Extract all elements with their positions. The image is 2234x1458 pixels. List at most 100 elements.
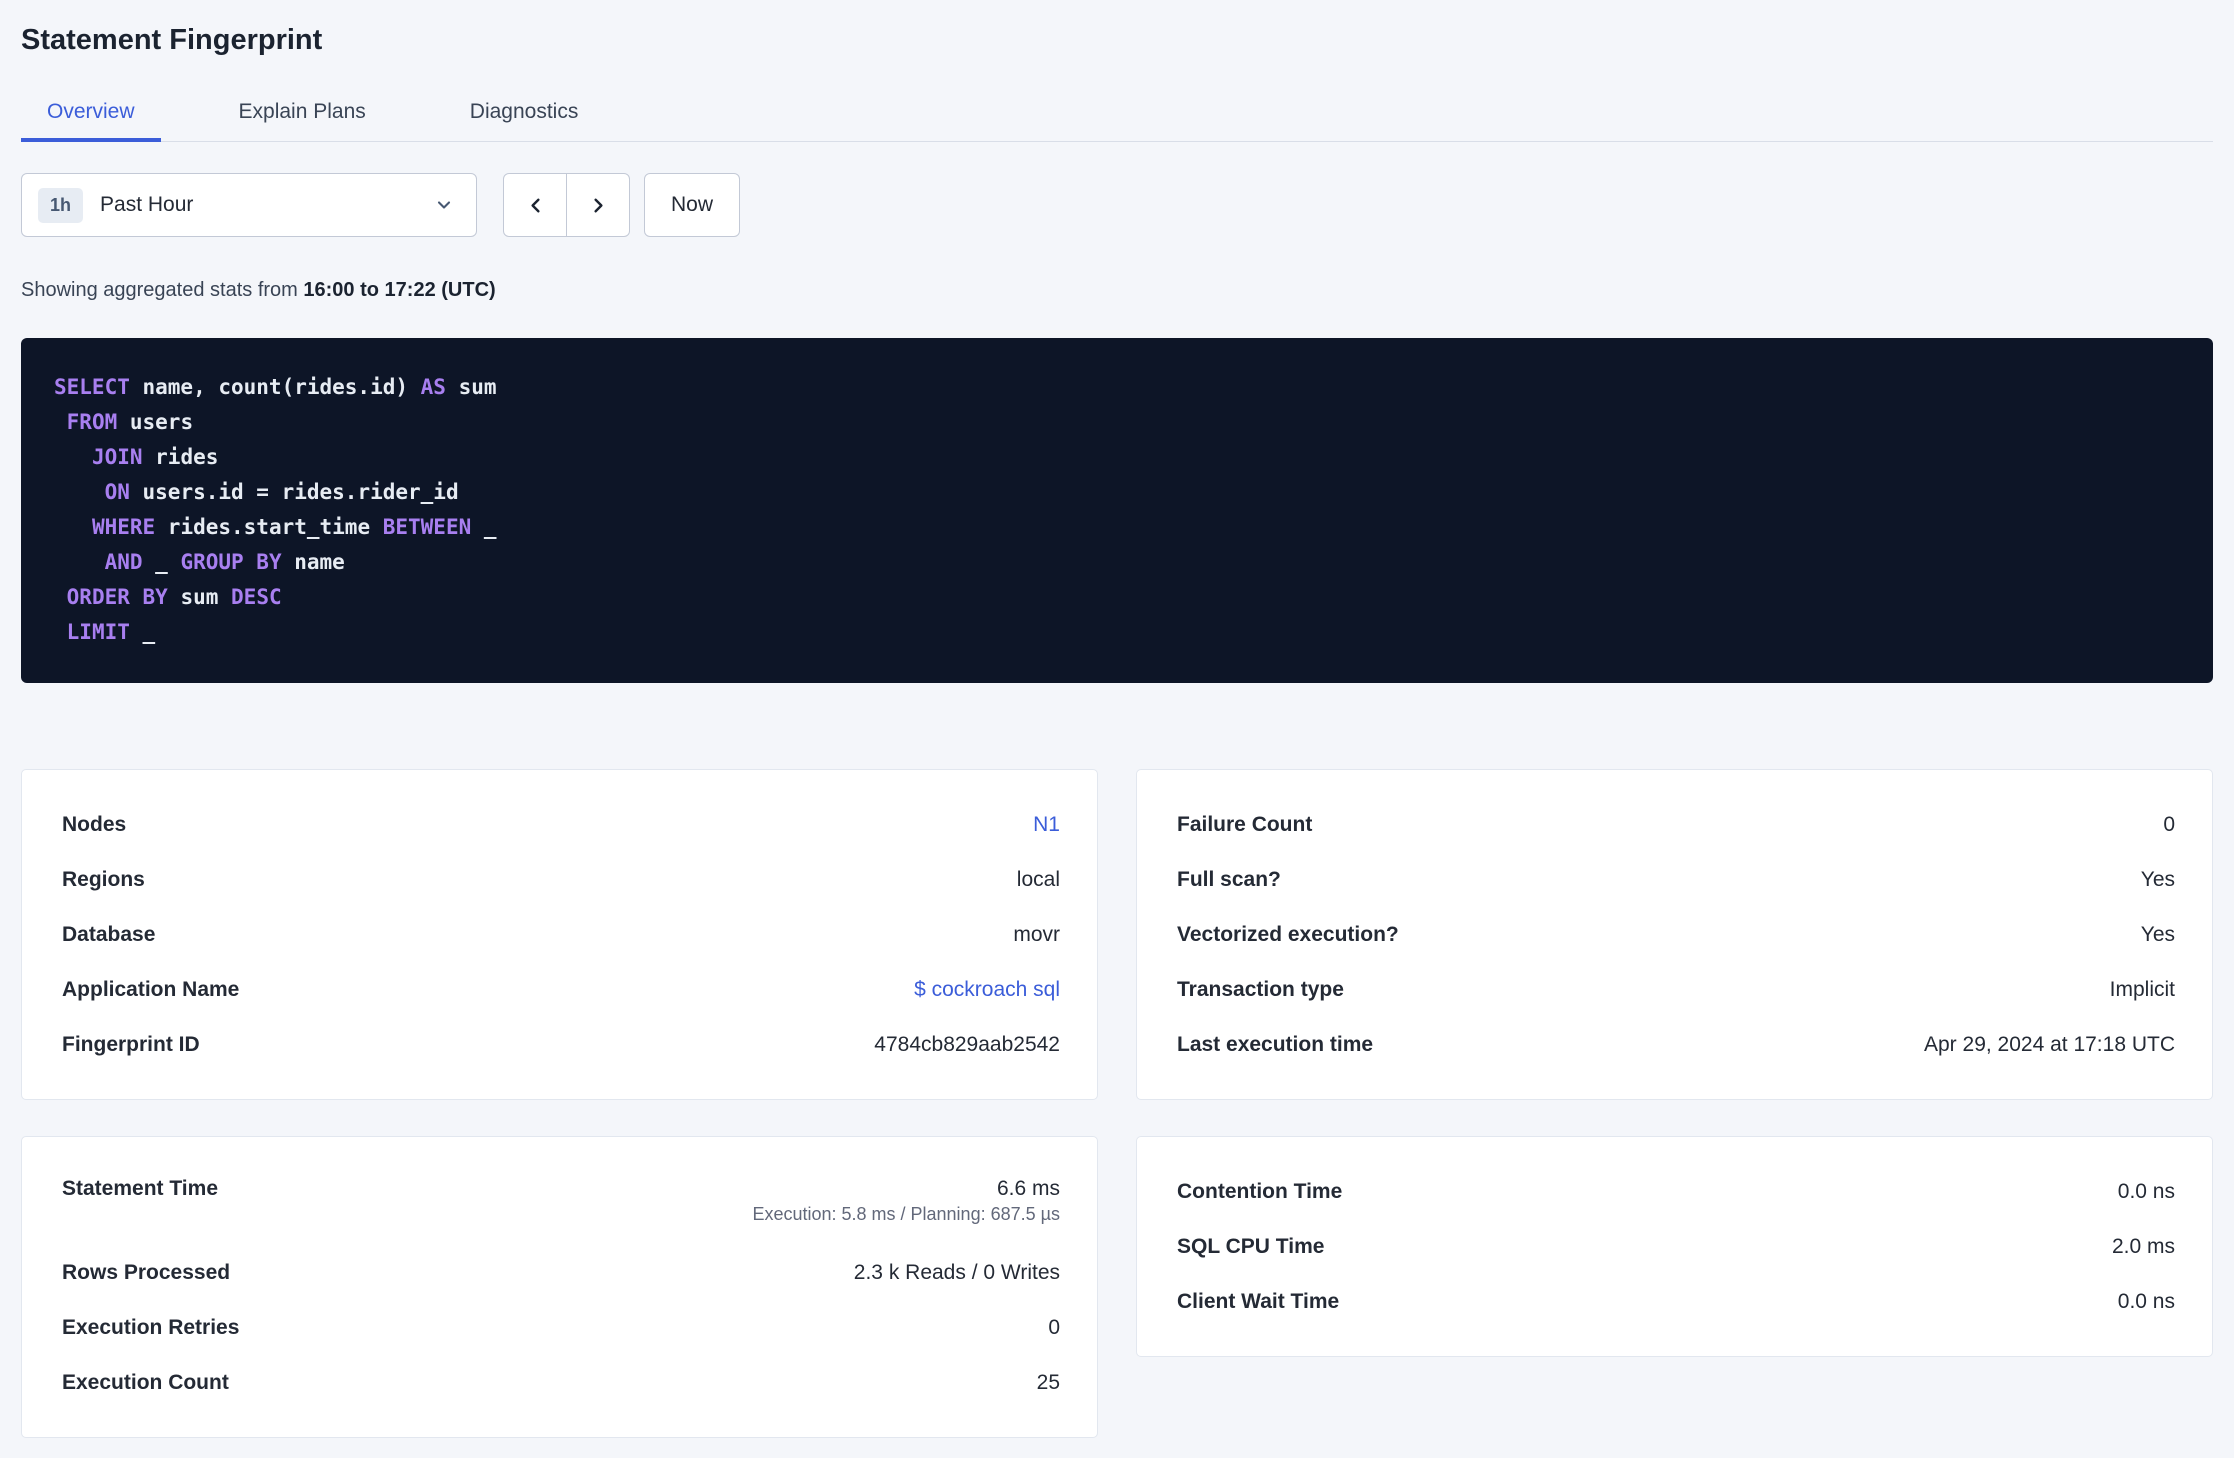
sql-keyword: GROUP BY [180, 550, 282, 574]
row-label: SQL CPU Time [1177, 1234, 1325, 1258]
card-row: Application Name $ cockroach sql [62, 962, 1060, 1017]
row-value: 0.0 ns [2117, 1179, 2175, 1203]
card-row: Last execution time Apr 29, 2024 at 17:18… [1177, 1017, 2175, 1072]
row-value: 0 [2163, 812, 2175, 836]
sql-keyword: AS [420, 375, 446, 399]
tab-overview[interactable]: Overview [21, 83, 161, 142]
row-value-wrap: Yes [2141, 923, 2175, 947]
row-label: Last execution time [1177, 1032, 1374, 1056]
sql-line: LIMIT _ [54, 615, 2180, 650]
sql-text: rides [142, 445, 219, 469]
card-row: Database movr [62, 907, 1060, 962]
row-label: Rows Processed [62, 1260, 231, 1284]
tab-bar: Overview Explain Plans Diagnostics [21, 83, 2213, 142]
row-value: 0.0 ns [2117, 1289, 2175, 1313]
row-value-wrap: Apr 29, 2024 at 17:18 UTC [1924, 1033, 2175, 1057]
sql-keyword: WHERE [91, 515, 156, 539]
tab-diagnostics[interactable]: Diagnostics [444, 83, 605, 141]
statement-timing-card: Statement Time 6.6 ms Execution: 5.8 ms / … [21, 1136, 1098, 1438]
card-row: Client Wait Time 0.0 ns [1177, 1274, 2175, 1329]
row-value-wrap: local [1017, 868, 1060, 892]
card-row: SQL CPU Time 2.0 ms [1177, 1219, 2175, 1274]
row-value: Implicit [2109, 977, 2175, 1001]
row-label: Execution Retries [62, 1315, 240, 1339]
sql-keyword: ORDER BY [66, 585, 168, 609]
row-value-wrap: Implicit [2110, 978, 2175, 1002]
sql-keyword: AND [104, 550, 143, 574]
statement-details-card: Nodes N1 Regions local Database movr Applicati… [21, 769, 1098, 1100]
row-value-link[interactable]: N1 [1033, 813, 1060, 836]
sql-text: users [117, 410, 194, 434]
card-row: Transaction type Implicit [1177, 962, 2175, 1017]
row-label: Transaction type [1177, 977, 1344, 1001]
row-value-wrap: 0.0 ns [2118, 1290, 2175, 1314]
card-row: Contention Time 0.0 ns [1177, 1164, 2175, 1219]
row-label: Application Name [62, 977, 240, 1001]
card-row: Vectorized execution? Yes [1177, 907, 2175, 962]
row-value: Apr 29, 2024 at 17:18 UTC [1924, 1032, 2175, 1056]
card-row: Full scan? Yes [1177, 852, 2175, 907]
card-row: Fingerprint ID 4784cb829aab2542 [62, 1017, 1060, 1072]
now-button[interactable]: Now [644, 173, 741, 237]
row-value: 0 [1048, 1315, 1060, 1339]
sql-line: ORDER BY sum DESC [54, 580, 2180, 615]
row-label: Nodes [62, 812, 127, 836]
row-value-wrap: Yes [2141, 868, 2175, 892]
card-row: Statement Time 6.6 ms Execution: 5.8 ms / … [62, 1164, 1060, 1245]
stats-caption-prefix: Showing aggregated stats from [21, 279, 298, 301]
row-value-wrap: 0 [1048, 1316, 1060, 1340]
row-label: Statement Time [62, 1177, 218, 1200]
next-range-button[interactable] [566, 173, 630, 237]
timing-cards-row: Statement Time 6.6 ms Execution: 5.8 ms / … [21, 1136, 2213, 1438]
summary-cards-row: Nodes N1 Regions local Database movr Applicati… [21, 769, 2213, 1100]
row-value-wrap: 0.0 ns [2118, 1180, 2175, 1204]
sql-line: ON users.id = rides.rider_id [54, 475, 2180, 510]
sql-line: AND _ GROUP BY name [54, 545, 2180, 580]
tab-explain-plans[interactable]: Explain Plans [213, 83, 392, 141]
page-title: Statement Fingerprint [21, 24, 323, 56]
stats-caption-range: 16:00 to 17:22 (UTC) [303, 279, 496, 301]
sql-text: rides.start_time [155, 515, 383, 539]
row-value: Yes [2140, 867, 2175, 891]
row-value-link[interactable]: $ cockroach sql [914, 978, 1060, 1001]
execution-attributes-card: Failure Count 0 Full scan? Yes Vectorized ex… [1136, 769, 2213, 1100]
row-value: 6.6 ms [996, 1177, 1060, 1200]
sql-text: _ [471, 515, 497, 539]
row-value-wrap: 2.0 ms [2112, 1235, 2175, 1259]
sql-keyword: FROM [66, 410, 118, 434]
sql-text: sum [167, 585, 232, 609]
row-value: 25 [1036, 1370, 1060, 1394]
row-value: local [1016, 867, 1060, 891]
time-range-select[interactable]: 1h Past Hour [21, 173, 477, 237]
sql-keyword: DESC [231, 585, 282, 609]
sql-keyword: LIMIT [66, 620, 130, 644]
row-value: 2.0 ms [2111, 1234, 2175, 1258]
sql-text: users.id = rides.rider_id [129, 480, 459, 504]
time-range-arrows [503, 173, 630, 237]
sql-keyword: BETWEEN [382, 515, 472, 539]
row-label: Vectorized execution? [1177, 922, 1399, 946]
row-label: Contention Time [1177, 1179, 1343, 1203]
row-value: Yes [2140, 922, 2175, 946]
sql-text: name [281, 550, 345, 574]
sql-keyword: ON [104, 480, 130, 504]
sql-text: _ [129, 620, 156, 644]
row-value-wrap: 25 [1037, 1371, 1060, 1395]
prev-range-button[interactable] [503, 173, 567, 237]
sql-keyword: JOIN [91, 445, 143, 469]
row-value: 4784cb829aab2542 [874, 1032, 1060, 1056]
row-value-wrap: $ cockroach sql [914, 978, 1060, 1002]
row-label: Execution Count [62, 1370, 229, 1394]
sql-line: SELECT name, count(rides.id) AS sum [54, 370, 2180, 405]
row-label: Regions [62, 867, 145, 891]
wait-time-card: Contention Time 0.0 ns SQL CPU Time 2.0 ms C… [1136, 1136, 2213, 1357]
row-value-wrap: movr [1013, 923, 1060, 947]
row-label: Full scan? [1177, 867, 1281, 891]
chevron-down-icon [434, 195, 454, 215]
